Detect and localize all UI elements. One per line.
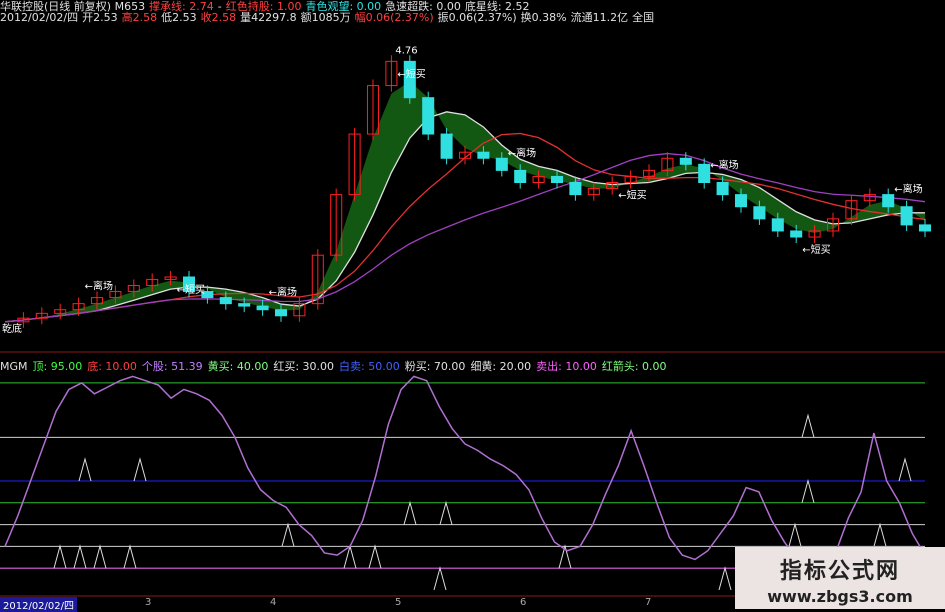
signal-spike [439, 500, 453, 525]
candlestick-chart: 4.76 ←离场 ←短买 ←离场 ←短买 ←离场 ←短买 ←离场 ←短买 ←离场乾底 [0, 45, 945, 597]
candle-body [550, 175, 564, 183]
time-tick: 4 [270, 597, 277, 608]
signal-spike [368, 544, 382, 569]
candle-body [495, 157, 508, 171]
candle-body [569, 182, 582, 196]
signal-spike [133, 457, 147, 482]
time-tick: 5 [395, 597, 402, 608]
signal-spike [53, 544, 67, 569]
time-tick: 3 [145, 597, 152, 608]
current-date: 2012/02/02/四 [0, 597, 78, 612]
candle-body [679, 157, 692, 165]
signal-spike [403, 500, 417, 525]
candle-body [753, 206, 766, 220]
candle-body [882, 194, 895, 208]
time-tick: 7 [645, 597, 652, 608]
sell-annotation: ←离场 [710, 159, 738, 172]
signal-spike [801, 478, 815, 503]
candle-body [918, 224, 932, 232]
candle-body [256, 305, 269, 311]
watermark-url: www.zbgs3.com [767, 587, 913, 606]
signal-spike [718, 566, 732, 591]
buy-annotation: ←短买 [618, 189, 646, 202]
sell-annotation: ←离场 [508, 146, 536, 159]
candle-body [716, 182, 729, 196]
candle-body [514, 169, 527, 183]
candle-body [440, 133, 453, 159]
candle-body [422, 97, 435, 135]
sell-annotation: ←离场 [85, 280, 113, 293]
watermark: 指标公式网 www.zbgs3.com [735, 547, 945, 609]
buy-annotation: ←短买 [177, 283, 205, 296]
signal-spike [788, 522, 802, 547]
time-tick: 6 [520, 597, 527, 608]
candle-body [734, 194, 748, 208]
partial-annotation: 乾底 [2, 322, 22, 335]
candle-body [477, 151, 490, 159]
candle-body [274, 309, 288, 317]
signal-spike [78, 457, 92, 482]
signal-spike [873, 522, 887, 547]
watermark-title: 指标公式网 [779, 559, 900, 584]
signal-spike [801, 413, 815, 438]
buy-annotation: ←短买 [397, 67, 425, 80]
buy-annotation: ←短买 [802, 243, 830, 256]
candle-body [771, 218, 784, 232]
candle-body [790, 230, 803, 238]
signal-spike [123, 544, 137, 569]
sell-annotation: ←离场 [269, 286, 297, 299]
signal-spike [898, 457, 912, 482]
candle-body [238, 303, 251, 307]
sell-annotation: ←离场 [894, 183, 922, 196]
signal-spike [93, 544, 107, 569]
high-price-label: 4.76 [395, 45, 417, 56]
candle-body [219, 297, 232, 305]
signal-spike [281, 522, 295, 547]
candle-body [698, 163, 711, 183]
signal-spike [73, 544, 87, 569]
ma-band [5, 81, 925, 322]
candle-body [900, 206, 913, 226]
signal-spike [433, 566, 447, 591]
